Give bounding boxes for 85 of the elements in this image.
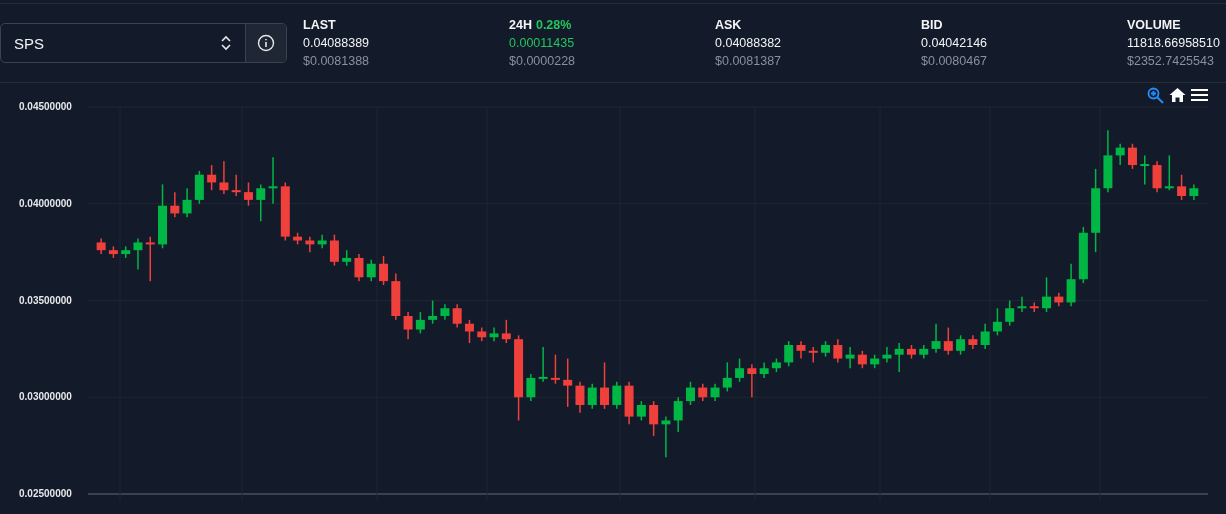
axis-label: 0.04500000 bbox=[19, 100, 72, 114]
info-button[interactable] bbox=[246, 24, 286, 62]
axis-label: 0.02500000 bbox=[19, 487, 72, 501]
candlestick bbox=[170, 191, 180, 219]
candlestick bbox=[612, 381, 622, 410]
candlestick bbox=[722, 361, 732, 393]
candlestick bbox=[943, 326, 953, 356]
candlestick bbox=[1152, 160, 1162, 193]
candlestick bbox=[1017, 295, 1027, 313]
menu-icon[interactable] bbox=[1191, 88, 1208, 102]
candlestick bbox=[685, 381, 695, 406]
candlestick bbox=[403, 311, 413, 340]
stat-usd-value: $2352.7425543 bbox=[1127, 54, 1215, 68]
candlestick bbox=[796, 340, 806, 360]
candlestick bbox=[219, 160, 229, 195]
candlestick bbox=[428, 299, 438, 325]
candlestick bbox=[784, 340, 794, 368]
candlestick bbox=[931, 322, 941, 354]
candlestick bbox=[329, 233, 339, 267]
candlestick bbox=[550, 353, 560, 385]
candlestick bbox=[673, 396, 683, 433]
candlestick bbox=[661, 415, 671, 458]
candlestick bbox=[145, 235, 155, 282]
stat-usd-value: $0.0000228 bbox=[509, 54, 577, 68]
candlestick bbox=[894, 342, 904, 373]
candlestick bbox=[207, 164, 217, 191]
candlestick bbox=[882, 346, 892, 364]
candlestick bbox=[379, 255, 389, 286]
candlestick bbox=[833, 338, 843, 364]
candlestick bbox=[1177, 173, 1187, 201]
candlestick bbox=[526, 373, 536, 402]
candlestick bbox=[956, 334, 966, 356]
candlestick bbox=[600, 361, 610, 410]
stat-value: 0.04042146 bbox=[921, 36, 989, 50]
candlestick bbox=[354, 253, 364, 282]
candlestick bbox=[563, 357, 573, 408]
up-down-caret-icon bbox=[221, 35, 231, 51]
candlestick bbox=[587, 382, 597, 410]
candlestick bbox=[243, 181, 253, 207]
stat-value: 11818.66958510 bbox=[1127, 36, 1220, 50]
stat-change: 0.28% bbox=[535, 18, 572, 32]
axis-label: 0.04000000 bbox=[19, 196, 72, 211]
candlestick bbox=[1042, 276, 1052, 313]
stat-usd-value: $0.0081387 bbox=[715, 54, 783, 68]
candlestick bbox=[636, 400, 646, 422]
candlestick bbox=[182, 187, 192, 219]
stat-label: BID bbox=[921, 18, 943, 32]
candlestick bbox=[366, 259, 376, 282]
stat-usd-value: $0.0081388 bbox=[303, 54, 371, 68]
candlestick bbox=[133, 237, 143, 271]
stat-label: VOLUME bbox=[1127, 18, 1181, 32]
axis-label: 0.03000000 bbox=[19, 390, 72, 405]
candlestick bbox=[1140, 154, 1150, 186]
candlestick bbox=[268, 156, 278, 205]
stat-value: 0.04088389 bbox=[303, 36, 371, 50]
candlestick bbox=[1115, 143, 1125, 166]
candlestick bbox=[464, 319, 474, 344]
candlestick bbox=[415, 311, 425, 335]
home-icon[interactable] bbox=[1169, 87, 1186, 103]
candlestick bbox=[538, 346, 548, 383]
zoom-in-icon[interactable] bbox=[1147, 86, 1164, 104]
candlestick bbox=[575, 381, 585, 414]
candlestick bbox=[489, 326, 499, 342]
axis-label: 0.03500000 bbox=[19, 293, 72, 308]
stat-usd-value: $0.0080467 bbox=[921, 54, 989, 68]
candlestick bbox=[649, 400, 659, 437]
stat-label: LAST bbox=[303, 18, 336, 32]
candlestick bbox=[1066, 262, 1076, 308]
stat-label: ASK bbox=[715, 18, 742, 32]
info-icon bbox=[257, 34, 275, 52]
candlestick bbox=[1005, 299, 1015, 327]
stat-value: 0.00011435 bbox=[509, 36, 576, 50]
candlestick bbox=[735, 357, 745, 383]
candlestick bbox=[231, 173, 241, 197]
candlestick bbox=[501, 319, 511, 344]
candlestick bbox=[452, 303, 462, 329]
candlestick bbox=[747, 363, 757, 398]
candlestick bbox=[256, 183, 266, 222]
candlestick bbox=[992, 307, 1002, 337]
candlestick bbox=[1127, 143, 1137, 170]
stat-label: 24H bbox=[509, 18, 532, 32]
stat-value: 0.04088382 bbox=[715, 36, 783, 50]
candlestick bbox=[845, 346, 855, 369]
candlestick bbox=[1164, 154, 1174, 191]
candlestick bbox=[980, 322, 990, 350]
